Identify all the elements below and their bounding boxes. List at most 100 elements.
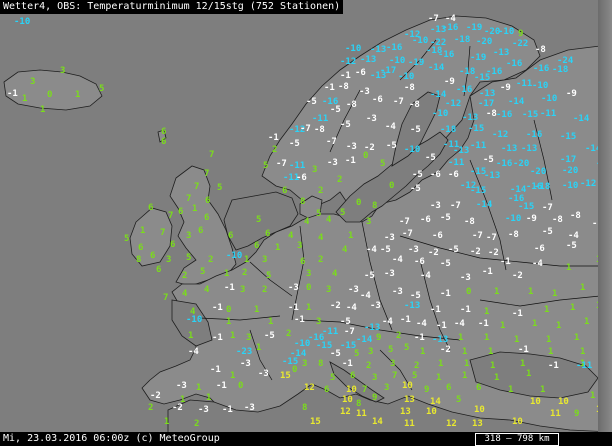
- europe-map[interactable]: -10 -7 -4-16-13 -19 -20-10 9-12-10 -22 -18 -20 -2…: [0, 0, 612, 446]
- temperature-observation: -10: [14, 17, 30, 27]
- temperature-observation: 6: [265, 229, 270, 239]
- temperature-observation: -5: [412, 170, 423, 180]
- temperature-observation: -2: [470, 247, 481, 257]
- temperature-observation: 12: [304, 383, 315, 393]
- temperature-observation: -20: [562, 166, 578, 176]
- temperature-observation: -14: [428, 63, 445, 73]
- temperature-observation: 1: [230, 371, 235, 381]
- temperature-observation: 4: [318, 233, 324, 243]
- temperature-observation: 5: [266, 271, 271, 281]
- temperature-observation: -7: [399, 217, 410, 227]
- temperature-observation: 4: [332, 269, 338, 279]
- temperature-observation: 6: [324, 385, 329, 395]
- temperature-observation: -3: [327, 158, 338, 168]
- temperature-observation: -20: [530, 167, 546, 177]
- temperature-observation: 1: [464, 359, 469, 369]
- temperature-observation: 1: [75, 90, 80, 100]
- temperature-observation: 1: [40, 105, 45, 115]
- temperature-observation: 1: [188, 331, 193, 341]
- temperature-observation: -5: [380, 245, 391, 255]
- temperature-observation: -3: [258, 369, 269, 379]
- temperature-observation: 4: [204, 285, 210, 295]
- temperature-observation: 9: [372, 393, 377, 403]
- temperature-observation: -8: [409, 100, 420, 110]
- temperature-observation: 7: [392, 371, 397, 381]
- temperature-observation: 2: [366, 361, 371, 371]
- temperature-observation: 11: [404, 419, 415, 429]
- temperature-observation: -18: [459, 67, 475, 77]
- temperature-observation: 6: [178, 207, 183, 217]
- temperature-observation: 0: [292, 365, 297, 375]
- temperature-observation: 2: [194, 419, 199, 429]
- temperature-observation: 1: [164, 417, 169, 427]
- temperature-observation: -10: [404, 145, 420, 155]
- temperature-observation: -10: [505, 214, 521, 224]
- temperature-observation: -1: [460, 305, 471, 315]
- temperature-observation: 8: [300, 197, 305, 207]
- temperature-observation: -11: [289, 161, 305, 171]
- temperature-observation: -6: [534, 244, 545, 254]
- temperature-observation: -5: [448, 245, 459, 255]
- temperature-observation: -13: [493, 48, 509, 58]
- temperature-observation: -16: [456, 85, 472, 95]
- window-edge-scrollbar[interactable]: [598, 0, 612, 446]
- temperature-observation: -14: [356, 335, 373, 345]
- temperature-observation: 1: [544, 305, 549, 315]
- temperature-observation: 5: [388, 345, 393, 355]
- temperature-observation: 5: [217, 183, 222, 193]
- temperature-observation: 9: [424, 385, 429, 395]
- temperature-observation: -5: [425, 153, 436, 163]
- temperature-observation: 3: [316, 317, 321, 327]
- temperature-observation: -17: [478, 99, 494, 109]
- temperature-observation: -8: [346, 100, 357, 110]
- temperature-observation: 11: [356, 409, 367, 419]
- scale-label: 318 – 798 km: [484, 434, 550, 444]
- temperature-observation: 1: [540, 385, 545, 395]
- temperature-observation: -1: [224, 283, 235, 293]
- temperature-observation: -3: [359, 87, 370, 97]
- temperature-observation: 8: [372, 201, 377, 211]
- temperature-observation: -10: [432, 109, 448, 119]
- temperature-observation: 5: [200, 267, 205, 277]
- temperature-observation: -10: [541, 94, 557, 104]
- temperature-observation: 10: [512, 417, 523, 427]
- temperature-observation: -10: [398, 72, 414, 82]
- temperature-observation: -13: [432, 335, 448, 345]
- temperature-observation: 9: [376, 333, 381, 343]
- temperature-observation: -7: [276, 159, 287, 169]
- temperature-observation: 7: [168, 211, 173, 221]
- temperature-observation: -12: [580, 179, 596, 189]
- temperature-observation: -1: [216, 381, 227, 391]
- temperature-observation: -1: [210, 365, 221, 375]
- map-title: Wetter4, OBS: Temperaturminimum 12/15stg…: [3, 1, 341, 12]
- temperature-observation: 5: [412, 371, 417, 381]
- temperature-observation: -5: [330, 105, 341, 115]
- temperature-observation: -22: [512, 39, 528, 49]
- temperature-observation: 4: [304, 217, 310, 227]
- temperature-observation: 6: [161, 127, 166, 137]
- temperature-observation: 1: [192, 204, 197, 214]
- temperature-observation: -17: [380, 66, 396, 76]
- temperature-observation: -10: [345, 44, 361, 54]
- temperature-observation: -15: [468, 124, 484, 134]
- temperature-observation: 3: [302, 359, 307, 369]
- temperature-observation: 0: [226, 305, 231, 315]
- temperature-observation: -15: [560, 132, 576, 142]
- temperature-observation: 6: [205, 196, 210, 206]
- temperature-observation: 10: [558, 397, 569, 407]
- temperature-observation: 6: [161, 137, 166, 147]
- temperature-observation: -11: [448, 158, 464, 168]
- weather-map-window: -10 -7 -4 -16 -13 -19 -20 -10 9 -12 -10 -22 -18 -20 -2…: [0, 0, 612, 446]
- temperature-observation: 1: [462, 371, 467, 381]
- temperature-observation: -11: [312, 114, 328, 124]
- temperature-observation: 1: [494, 287, 499, 297]
- temperature-observation: -16: [386, 43, 402, 53]
- temperature-observation: -1: [345, 156, 356, 166]
- temperature-observation: -3: [366, 114, 377, 124]
- temperature-observation: -6: [414, 257, 425, 267]
- temperature-observation: -1: [518, 345, 529, 355]
- temperature-observation: 5: [404, 343, 409, 353]
- temperature-observation: 6: [476, 383, 481, 393]
- temperature-observation: -4: [416, 319, 427, 329]
- temperature-observation: 5: [263, 161, 268, 171]
